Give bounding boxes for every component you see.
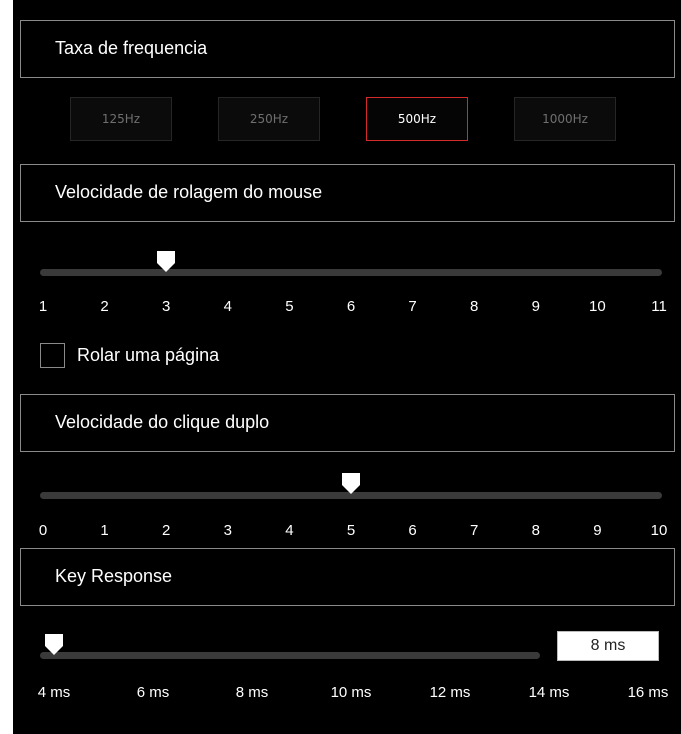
tick-label: 4 ms bbox=[37, 684, 71, 701]
tick-label: 2 bbox=[162, 522, 171, 539]
section-header-double-click: Velocidade do clique duplo bbox=[20, 394, 675, 452]
tick-label: 8 bbox=[531, 522, 540, 539]
tick-label: 6 bbox=[346, 298, 356, 315]
tick-label: 5 bbox=[285, 298, 294, 315]
section-title-frequency: Taxa de frequencia bbox=[55, 38, 208, 58]
section-title-key-response: Key Response bbox=[55, 566, 173, 586]
tick-label: 12 ms bbox=[429, 684, 471, 701]
rate-button-125hz[interactable]: 125Hz bbox=[70, 97, 172, 141]
rate-button-250hz[interactable]: 250Hz bbox=[218, 97, 320, 141]
tick-label: 4 bbox=[223, 298, 232, 315]
tick-label: 16 ms bbox=[627, 684, 669, 701]
section-header-scroll: Velocidade de rolagem do mouse bbox=[20, 164, 675, 222]
rate-button-500hz[interactable]: 500Hz bbox=[366, 97, 468, 141]
section-header-key-response: Key Response bbox=[20, 548, 675, 606]
tick-label: 7 bbox=[470, 522, 479, 539]
tick-label: 2 bbox=[100, 298, 109, 315]
tick-label: 4 bbox=[285, 522, 294, 539]
section-header-frequency: Taxa de frequencia bbox=[20, 20, 675, 78]
scroll-speed-track[interactable] bbox=[40, 269, 662, 276]
tick-label: 1 bbox=[38, 298, 48, 315]
tick-label: 10 bbox=[650, 522, 668, 539]
tick-label: 9 bbox=[593, 522, 602, 539]
tick-label: 1 bbox=[100, 522, 109, 539]
double-click-tick-labels: 0 1 2 3 4 5 6 7 8 9 10 bbox=[38, 522, 668, 542]
tick-label: 14 ms bbox=[528, 684, 570, 701]
tick-label: 10 bbox=[589, 298, 606, 315]
section-title-scroll: Velocidade de rolagem do mouse bbox=[55, 182, 323, 202]
key-response-tick-labels: 4 ms 6 ms 8 ms 10 ms 12 ms 14 ms 16 ms bbox=[37, 684, 669, 704]
tick-label: 8 bbox=[470, 298, 479, 315]
tick-label: 6 bbox=[408, 522, 417, 539]
tick-label: 7 bbox=[408, 298, 417, 315]
key-response-track[interactable] bbox=[40, 652, 540, 659]
tick-label: 10 ms bbox=[330, 684, 372, 701]
tick-label: 5 bbox=[346, 522, 356, 539]
scroll-one-page-checkbox[interactable] bbox=[40, 343, 65, 368]
tick-label: 3 bbox=[162, 298, 171, 315]
scroll-one-page-label: Rolar uma página bbox=[77, 345, 220, 365]
tick-label: 8 ms bbox=[235, 684, 269, 701]
double-click-slider-thumb[interactable] bbox=[342, 473, 360, 494]
scroll-speed-tick-labels: 1 2 3 4 5 6 7 8 9 10 11 bbox=[38, 298, 667, 318]
key-response-value-box: 8 ms bbox=[557, 631, 659, 661]
tick-label: 3 bbox=[223, 522, 232, 539]
tick-label: 0 bbox=[38, 522, 48, 539]
tick-label: 9 bbox=[531, 298, 540, 315]
scroll-speed-slider-thumb[interactable] bbox=[157, 251, 176, 272]
settings-panel: Taxa de frequencia 125Hz 250Hz 500Hz 100… bbox=[13, 0, 681, 734]
tick-label: 11 bbox=[651, 298, 667, 315]
tick-label: 6 ms bbox=[136, 684, 170, 701]
key-response-slider-thumb[interactable] bbox=[45, 634, 63, 655]
section-title-double-click: Velocidade do clique duplo bbox=[55, 412, 270, 432]
rate-button-1000hz[interactable]: 1000Hz bbox=[514, 97, 616, 141]
